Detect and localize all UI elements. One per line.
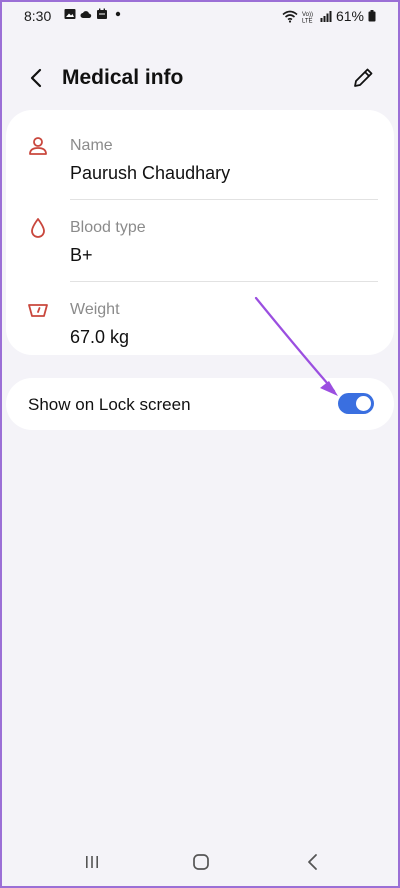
status-time: 8:30 [24, 8, 52, 24]
signal-icon [320, 11, 332, 22]
gallery-icon [64, 9, 76, 19]
phone-screen: 8:30 Vo)) LTE 61% Medical info Name Paur… [0, 0, 400, 888]
info-row-blood-type: Blood type B+ [6, 200, 394, 282]
pencil-icon[interactable] [350, 65, 376, 91]
svg-text:Vo)): Vo)) [302, 12, 313, 18]
chevron-left-icon[interactable] [22, 63, 52, 93]
scale-icon [28, 304, 48, 317]
lock-screen-label: Show on Lock screen [28, 395, 191, 414]
medical-info-card: Name Paurush Chaudhary Blood type B+ Wei… [6, 110, 394, 355]
battery-percentage: 61% [335, 8, 364, 24]
calendar-icon [97, 8, 107, 19]
status-bar: 8:30 Vo)) LTE 61% [2, 2, 398, 32]
back-icon[interactable] [298, 850, 328, 874]
info-row-value: 67.0 kg [70, 327, 130, 347]
notification-icons [64, 8, 124, 20]
cloud-icon [80, 11, 92, 18]
info-row-value: B+ [70, 245, 93, 265]
system-status-icons: Vo)) LTE 61% [282, 8, 376, 24]
recents-icon[interactable] [77, 850, 107, 874]
dot-icon [115, 11, 121, 17]
wifi-icon [282, 10, 298, 23]
info-row-name: Name Paurush Chaudhary [6, 118, 394, 200]
navigation-bar [2, 842, 398, 882]
info-row-value: Paurush Chaudhary [70, 163, 231, 183]
svg-text:LTE: LTE [302, 18, 313, 23]
toggle-knob [356, 396, 371, 411]
info-row-weight: Weight 67.0 kg [6, 282, 394, 364]
page-title: Medical info [62, 66, 184, 89]
person-icon [29, 137, 47, 155]
battery-icon [368, 10, 376, 22]
info-row-label: Weight [70, 301, 120, 318]
home-icon[interactable] [186, 850, 216, 874]
info-row-label: Name [70, 137, 113, 154]
app-header: Medical info [2, 57, 398, 99]
lock-screen-toggle[interactable] [338, 393, 374, 414]
show-on-lock-screen-setting[interactable]: Show on Lock screen [6, 378, 394, 430]
blood-drop-icon [31, 218, 45, 238]
info-row-label: Blood type [70, 219, 146, 236]
volte-icon: Vo)) LTE [302, 12, 313, 23]
